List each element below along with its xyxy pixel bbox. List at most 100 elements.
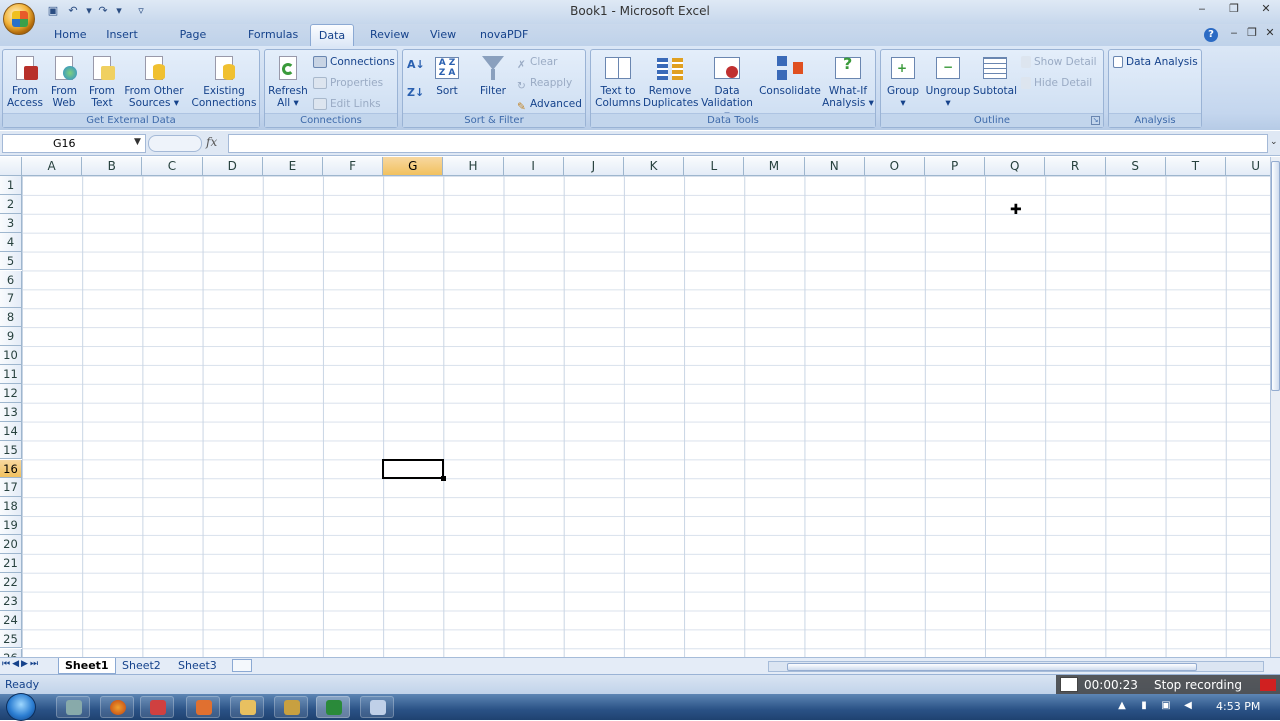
undo-icon[interactable]: ↶ — [66, 4, 80, 18]
row-header[interactable]: 19 — [0, 516, 22, 536]
start-button[interactable] — [6, 693, 36, 721]
dialog-launcher-icon[interactable]: ↘ — [1091, 116, 1100, 125]
row-header[interactable]: 16 — [0, 459, 22, 479]
reapply-button[interactable]: ↻ Reapply — [517, 74, 585, 92]
sort-z-to-a-button[interactable]: Z↓ — [407, 86, 427, 106]
column-header[interactable]: H — [443, 157, 504, 176]
properties-button[interactable]: Properties — [313, 74, 397, 92]
sheet-tab-sheet2[interactable]: Sheet2 — [116, 658, 167, 674]
sort-button[interactable]: A ZZ A Sort — [429, 54, 465, 97]
taskbar-app-1[interactable] — [56, 696, 90, 718]
customize-qat-icon[interactable]: ▿ — [134, 4, 148, 18]
minimize-icon[interactable]: ‒ — [1192, 2, 1212, 18]
row-header[interactable]: 9 — [0, 327, 22, 347]
taskbar-clock[interactable]: 4:53 PM — [1216, 700, 1260, 713]
column-header[interactable]: E — [262, 157, 323, 176]
sheet-nav-arrows-icon[interactable]: ⏮◀▶⏭ — [2, 659, 40, 669]
row-header[interactable]: 1 — [0, 176, 22, 195]
row-header[interactable]: 22 — [0, 572, 22, 592]
volume-icon[interactable]: ◀ — [1182, 700, 1194, 712]
vertical-scroll-thumb[interactable] — [1271, 161, 1280, 391]
column-header[interactable]: T — [1165, 157, 1226, 176]
insert-sheet-icon[interactable] — [232, 659, 252, 672]
row-header[interactable]: 18 — [0, 497, 22, 517]
formula-expand-icon[interactable]: ⌄ — [1270, 137, 1278, 147]
save-icon[interactable]: ▣ — [46, 4, 60, 18]
row-header[interactable]: 8 — [0, 308, 22, 328]
tab-novapdf[interactable]: novaPDF — [474, 24, 532, 46]
row-header[interactable]: 4 — [0, 232, 22, 252]
row-header[interactable]: 10 — [0, 346, 22, 365]
taskbar-excel[interactable] — [316, 696, 350, 718]
column-header[interactable]: U — [1226, 157, 1270, 176]
taskbar-app-4[interactable] — [186, 696, 220, 718]
row-header[interactable]: 23 — [0, 591, 22, 611]
stop-recording-button[interactable]: Stop recording — [1154, 678, 1242, 692]
column-header[interactable]: J — [563, 157, 624, 176]
office-button[interactable] — [3, 3, 35, 35]
formula-input[interactable] — [228, 134, 1268, 153]
hide-detail-button[interactable]: Hide Detail — [1021, 74, 1103, 92]
column-header[interactable]: R — [1045, 157, 1106, 176]
taskbar-firefox[interactable] — [100, 696, 134, 718]
workbook-close-icon[interactable]: ✕ — [1260, 26, 1280, 42]
tab-review[interactable]: Review — [364, 24, 412, 46]
row-header[interactable]: 11 — [0, 365, 22, 384]
row-header[interactable]: 12 — [0, 383, 22, 403]
column-header[interactable]: M — [744, 157, 805, 176]
close-icon[interactable]: ✕ — [1256, 2, 1276, 18]
remove-duplicates-button[interactable]: Remove Duplicates — [643, 54, 699, 109]
fill-handle[interactable] — [441, 476, 447, 482]
sheet-tab-sheet1[interactable]: Sheet1 — [58, 658, 116, 674]
group-button[interactable]: + Group ▾ — [883, 54, 923, 109]
insert-function-icon[interactable]: fx — [206, 135, 224, 151]
horizontal-scrollbar[interactable] — [768, 661, 1264, 672]
taskbar-app-3[interactable] — [140, 696, 174, 718]
cells-area[interactable] — [22, 176, 1270, 657]
vertical-scrollbar[interactable] — [1270, 157, 1280, 657]
tab-home[interactable]: Home — [48, 24, 88, 46]
ungroup-button[interactable]: − Ungroup ▾ — [923, 54, 973, 109]
data-validation-button[interactable]: DataValidation ▾ — [699, 54, 755, 121]
connections-button[interactable]: Connections — [313, 53, 397, 71]
name-box-dropdown-icon[interactable]: ▼ — [134, 137, 141, 147]
row-header[interactable]: 25 — [0, 629, 22, 649]
column-header[interactable]: G — [383, 157, 444, 176]
name-box[interactable]: G16 — [2, 134, 146, 153]
from-other-sources-button[interactable]: From Other Sources ▾ — [123, 54, 185, 109]
column-header[interactable]: S — [1105, 157, 1166, 176]
horizontal-scroll-thumb[interactable] — [787, 663, 1197, 671]
tab-formulas[interactable]: Formulas — [242, 24, 300, 46]
formula-bar-expand-handle[interactable] — [148, 135, 202, 152]
column-header[interactable]: K — [624, 157, 685, 176]
tab-insert[interactable]: Insert — [100, 24, 144, 46]
column-header[interactable]: A — [22, 157, 83, 176]
row-header[interactable]: 21 — [0, 554, 22, 573]
restore-icon[interactable]: ❐ — [1224, 2, 1244, 18]
tray-expand-icon[interactable]: ▲ — [1116, 700, 1128, 712]
row-header[interactable]: 26 — [0, 648, 22, 657]
taskbar-app-8[interactable] — [360, 696, 394, 718]
column-header[interactable]: F — [323, 157, 384, 176]
column-header[interactable]: I — [503, 157, 564, 176]
row-header[interactable]: 7 — [0, 289, 22, 309]
row-header[interactable]: 15 — [0, 440, 22, 460]
consolidate-button[interactable]: Consolidate — [759, 54, 821, 97]
column-header[interactable]: L — [684, 157, 745, 176]
column-header[interactable]: P — [925, 157, 986, 176]
what-if-analysis-button[interactable]: ? What-If Analysis ▾ — [821, 54, 875, 110]
redo-dropdown-icon[interactable]: ▾ — [112, 4, 126, 18]
row-header[interactable]: 13 — [0, 402, 22, 422]
row-header[interactable]: 5 — [0, 251, 22, 271]
existing-connections-button[interactable]: Existing Connections — [191, 54, 257, 109]
battery-icon[interactable]: ▮ — [1138, 700, 1150, 712]
from-access-button[interactable]: From Access — [5, 54, 45, 109]
row-header[interactable]: 3 — [0, 213, 22, 233]
workbook-minimize-icon[interactable]: ‒ — [1224, 26, 1244, 42]
from-web-button[interactable]: From Web — [45, 54, 83, 109]
row-header[interactable]: 6 — [0, 270, 22, 290]
network-icon[interactable]: ▣ — [1160, 700, 1172, 712]
subtotal-button[interactable]: Subtotal — [973, 54, 1017, 97]
column-header[interactable]: B — [82, 157, 143, 176]
sheet-tab-sheet3[interactable]: Sheet3 — [172, 658, 223, 674]
